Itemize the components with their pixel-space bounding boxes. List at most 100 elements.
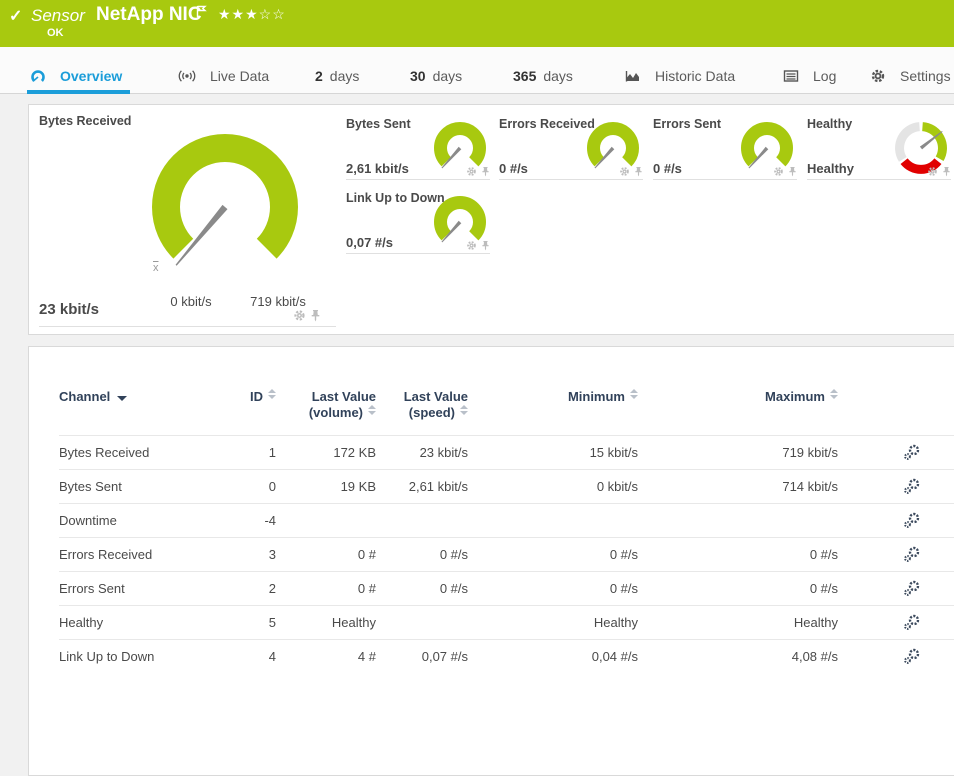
channel-last-value-volume: Healthy	[276, 606, 376, 640]
gauge-title: Errors Sent	[653, 117, 721, 131]
tab-label: Settings	[900, 68, 951, 84]
channel-id: 5	[239, 606, 276, 640]
channel-name: Errors Received	[59, 538, 239, 572]
channel-name: Bytes Sent	[59, 470, 239, 504]
tab-365-days[interactable]: 365 days	[513, 59, 573, 93]
column-header-last-value-volume[interactable]: Last Value (volume)	[276, 377, 376, 436]
tab-log[interactable]: Log	[783, 59, 836, 93]
tab-30-days[interactable]: 30 days	[410, 59, 462, 93]
edit-channel-gear-icon[interactable]	[619, 166, 630, 177]
gear-icon	[870, 68, 886, 84]
priority-stars[interactable]: ★★★☆☆	[218, 6, 286, 23]
tab-label: Historic Data	[655, 68, 735, 84]
column-header-id[interactable]: ID	[239, 377, 276, 436]
channel-settings-gears-icon[interactable]	[903, 614, 921, 631]
sensor-type-label: Sensor	[31, 6, 85, 26]
pin-channel-icon[interactable]	[481, 166, 490, 177]
pin-channel-icon[interactable]	[634, 166, 643, 177]
status-ok-check-icon: ✓	[9, 6, 22, 26]
column-header-last-value-speed[interactable]: Last Value (speed)	[376, 377, 468, 436]
channel-minimum: 0,04 #/s	[468, 640, 638, 674]
sort-toggle-icon	[460, 405, 468, 415]
gauge-panel-bytes-received[interactable]: Bytes Received x 23 kbit/s 0 kbit/s 719 …	[29, 105, 339, 334]
tab-live-data[interactable]: Live Data	[178, 59, 269, 93]
tab-label: days	[330, 68, 360, 84]
divider	[39, 326, 336, 327]
channel-row: Bytes Received 1 172 KB 23 kbit/s 15 kbi…	[59, 436, 954, 470]
sensor-header: ✓ Sensor NetApp NIC ★★★☆☆ OK	[0, 0, 954, 47]
flag-icon[interactable]	[196, 5, 207, 23]
channel-last-value-volume: 4 #	[276, 640, 376, 674]
tab-bar: Overview Live Data 2 days 30 days 365 da…	[0, 47, 954, 94]
bytes-received-gauge	[140, 129, 310, 281]
sort-toggle-icon	[830, 389, 838, 399]
overview-content: Bytes Received x 23 kbit/s 0 kbit/s 719 …	[0, 94, 954, 658]
channel-last-value-speed: 0,07 #/s	[376, 640, 468, 674]
channel-last-value-speed: 2,61 kbit/s	[376, 470, 468, 504]
tab-overview[interactable]: Overview	[30, 59, 122, 93]
channel-id: 3	[239, 538, 276, 572]
channel-last-value-volume	[276, 504, 376, 538]
channel-maximum: 719 kbit/s	[638, 436, 838, 470]
average-marker: x	[153, 262, 159, 274]
channel-minimum: 0 #/s	[468, 572, 638, 606]
channel-name: Bytes Received	[59, 436, 239, 470]
column-header-channel[interactable]: Channel	[59, 377, 239, 436]
tab-label: Live Data	[210, 68, 269, 84]
channel-settings-gears-icon[interactable]	[903, 512, 921, 529]
channel-settings-gears-icon[interactable]	[903, 444, 921, 461]
channel-minimum: Healthy	[468, 606, 638, 640]
channel-row: Downtime -4	[59, 504, 954, 538]
channel-maximum	[638, 504, 838, 538]
channel-settings-gears-icon[interactable]	[903, 546, 921, 563]
edit-channel-gear-icon[interactable]	[466, 240, 477, 251]
gauges-card: Bytes Received x 23 kbit/s 0 kbit/s 719 …	[28, 104, 954, 335]
gauge-max-label: 719 kbit/s	[238, 294, 318, 309]
edit-channel-gear-icon[interactable]	[466, 166, 477, 177]
gauge-panel-healthy[interactable]: Healthy Healthy	[807, 113, 951, 180]
channel-name: Healthy	[59, 606, 239, 640]
channel-maximum: Healthy	[638, 606, 838, 640]
edit-channel-gear-icon[interactable]	[927, 166, 938, 177]
channel-id: 4	[239, 640, 276, 674]
gauge-panel-link-up-to-down[interactable]: Link Up to Down 0,07 #/s	[346, 187, 490, 254]
gauge-panel-bytes-sent[interactable]: Bytes Sent 2,61 kbit/s	[346, 113, 490, 180]
log-list-icon	[783, 69, 799, 83]
channel-last-value-speed	[376, 504, 468, 538]
channel-last-value-speed: 0 #/s	[376, 538, 468, 572]
channel-name: Link Up to Down	[59, 640, 239, 674]
tab-historic-data[interactable]: Historic Data	[625, 59, 735, 93]
tab-label: Overview	[60, 68, 122, 84]
gauge-title: Bytes Sent	[346, 117, 411, 131]
pin-channel-icon[interactable]	[942, 166, 951, 177]
channel-id: 0	[239, 470, 276, 504]
tab-2-days[interactable]: 2 days	[315, 59, 359, 93]
channel-settings-gears-icon[interactable]	[903, 478, 921, 495]
column-header-maximum[interactable]: Maximum	[638, 377, 838, 436]
channel-last-value-volume: 19 KB	[276, 470, 376, 504]
sort-toggle-icon	[268, 389, 276, 399]
sensor-name: NetApp NIC	[96, 4, 202, 26]
gauge-panel-errors-sent[interactable]: Errors Sent 0 #/s	[653, 113, 797, 180]
channel-maximum: 714 kbit/s	[638, 470, 838, 504]
tab-settings[interactable]: Settings	[870, 59, 951, 93]
column-header-minimum[interactable]: Minimum	[468, 377, 638, 436]
pin-channel-icon[interactable]	[310, 309, 321, 322]
channel-last-value-volume: 172 KB	[276, 436, 376, 470]
channel-last-value-speed: 0 #/s	[376, 572, 468, 606]
sort-toggle-icon	[630, 389, 638, 399]
channel-row: Errors Received 3 0 # 0 #/s 0 #/s 0 #/s	[59, 538, 954, 572]
channel-settings-gears-icon[interactable]	[903, 580, 921, 597]
channel-settings-gears-icon[interactable]	[903, 648, 921, 665]
channel-row: Errors Sent 2 0 # 0 #/s 0 #/s 0 #/s	[59, 572, 954, 606]
edit-channel-gear-icon[interactable]	[293, 309, 306, 322]
edit-channel-gear-icon[interactable]	[773, 166, 784, 177]
channel-id: 2	[239, 572, 276, 606]
sort-toggle-icon	[368, 405, 376, 415]
channel-minimum: 0 kbit/s	[468, 470, 638, 504]
gauge-panel-errors-received[interactable]: Errors Received 0 #/s	[499, 113, 643, 180]
gauge-title: Errors Received	[499, 117, 595, 131]
pin-channel-icon[interactable]	[788, 166, 797, 177]
tab-label: days	[543, 68, 573, 84]
pin-channel-icon[interactable]	[481, 240, 490, 251]
